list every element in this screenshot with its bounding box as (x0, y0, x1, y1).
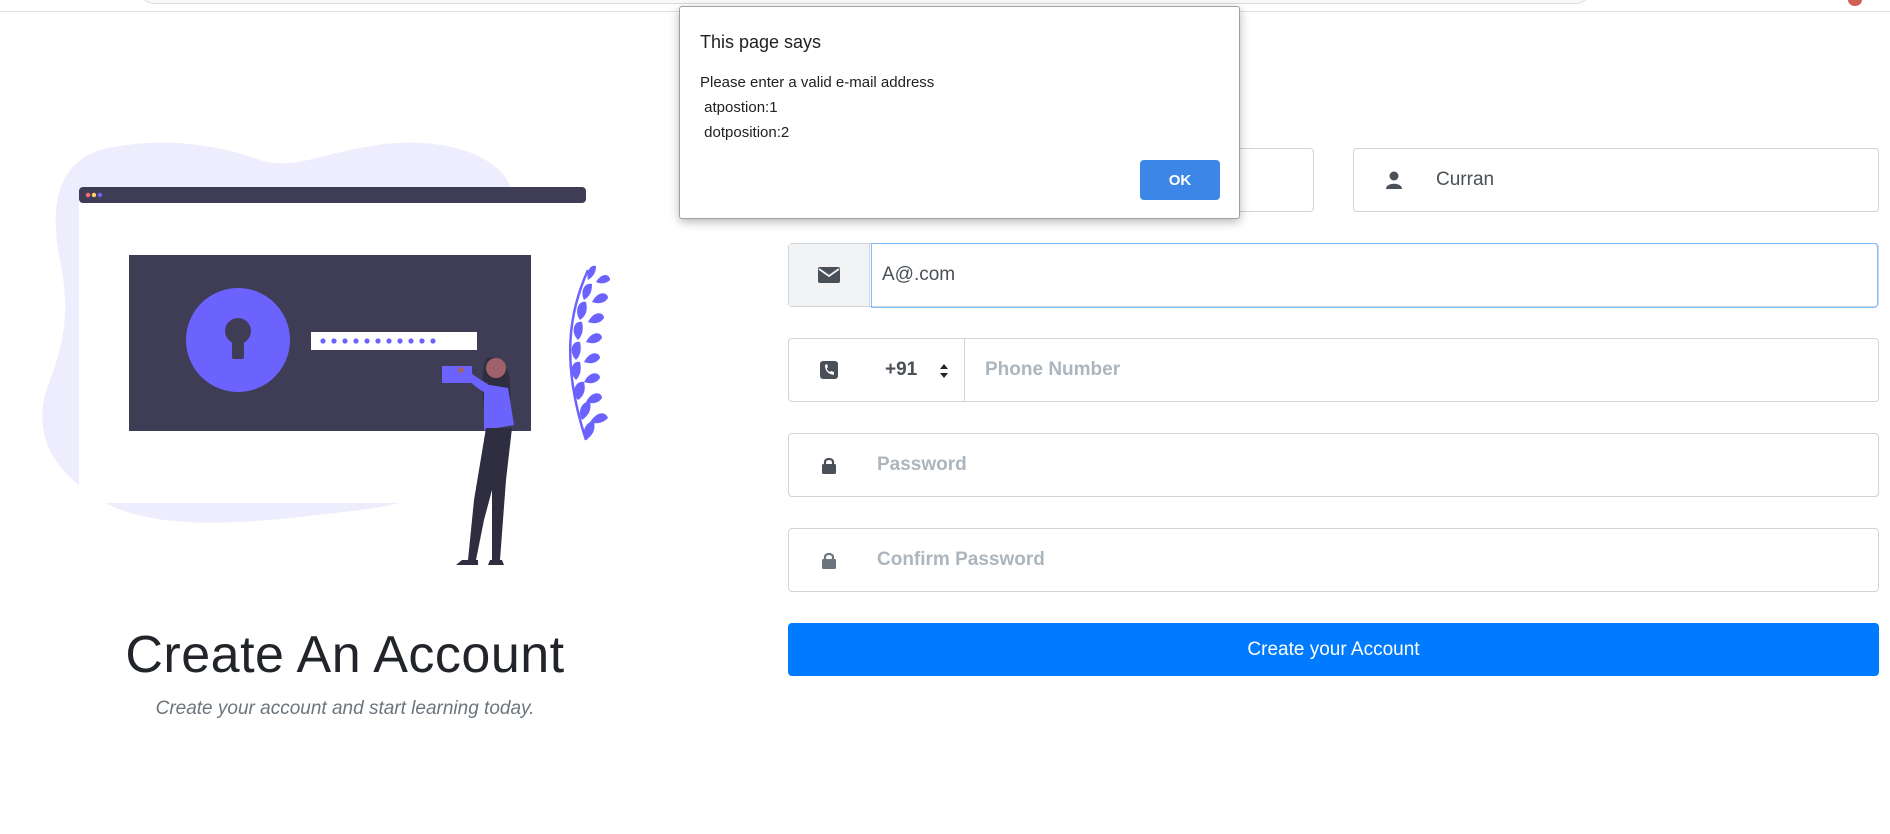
profile-avatar-icon[interactable] (1848, 0, 1862, 6)
envelope-icon (789, 244, 870, 306)
page-title: Create An Account (125, 626, 565, 684)
alert-message: Please enter a valid e-mail address atpo… (700, 74, 935, 141)
phone-icon (789, 339, 869, 401)
phone-input[interactable] (965, 339, 1878, 401)
browser-window-bar (79, 187, 586, 203)
keyhole-bottom (232, 336, 244, 359)
country-code-value: +91 (885, 359, 918, 380)
alert-dialog: This page says Please enter a valid e-ma… (679, 6, 1240, 219)
window-dot-green (97, 192, 103, 198)
confirm-password-field[interactable] (788, 528, 1879, 592)
email-field[interactable] (788, 242, 1879, 308)
user-icon (1354, 149, 1434, 211)
phone-field[interactable]: +91 (788, 338, 1879, 402)
last-name-field[interactable] (1353, 148, 1879, 212)
select-arrows-icon (940, 364, 948, 378)
page-subtitle: Create your account and start learning t… (155, 698, 535, 719)
alert-ok-button[interactable]: OK (1140, 160, 1220, 200)
login-illustration (42, 142, 610, 565)
alert-title: This page says (700, 32, 822, 52)
password-input[interactable] (869, 434, 1878, 496)
lock-icon (789, 434, 869, 496)
create-account-button[interactable]: Create your Account (788, 623, 1879, 676)
country-code-select[interactable]: +91 (869, 339, 965, 401)
confirm-password-input[interactable] (869, 529, 1878, 591)
password-field[interactable] (788, 433, 1879, 497)
lock-icon (789, 529, 869, 591)
email-input[interactable] (871, 242, 1878, 308)
window-dot-red (85, 192, 91, 198)
address-bar[interactable] (140, 0, 1590, 4)
last-name-input[interactable] (1436, 149, 1878, 211)
window-dot-yellow (91, 192, 97, 198)
